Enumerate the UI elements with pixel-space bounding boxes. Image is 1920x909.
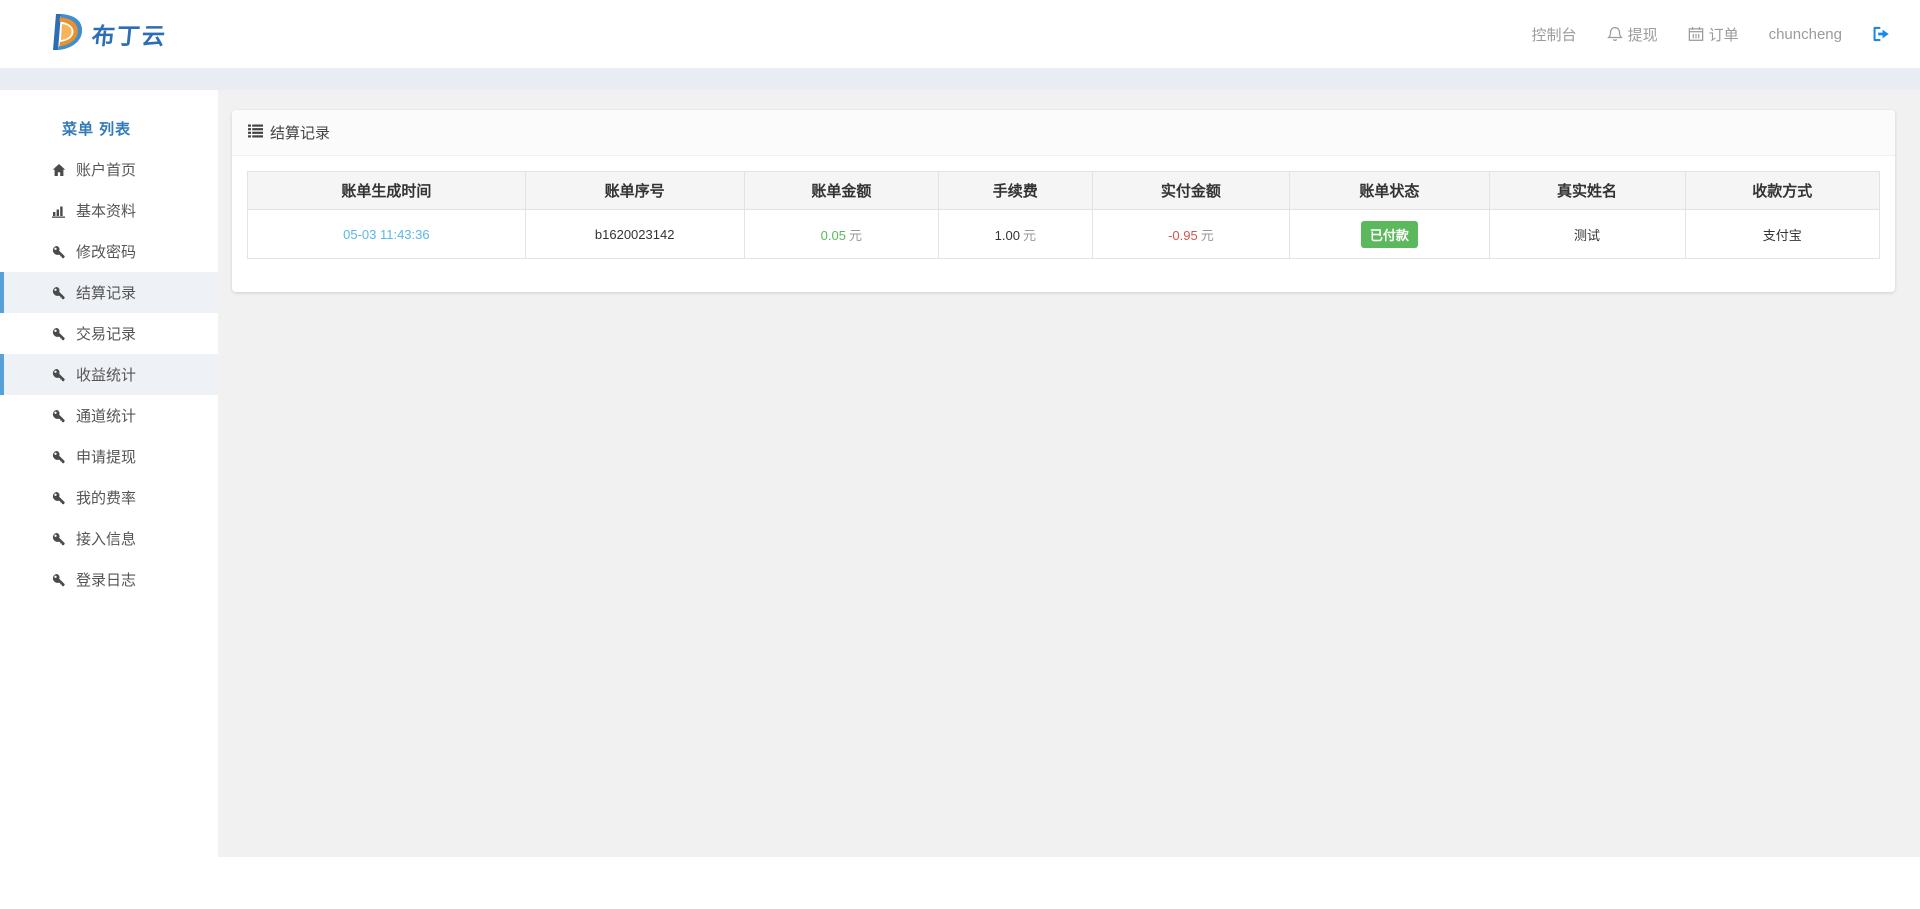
cell-fee: 1.00元	[939, 210, 1093, 259]
topnav-links: 控制台 提现	[1532, 24, 1890, 45]
brand-logo[interactable]: 布丁云	[50, 12, 167, 57]
key-icon	[52, 368, 68, 382]
sidebar-item-basic-info[interactable]: 基本资料	[0, 190, 218, 231]
bar-chart-icon	[52, 204, 68, 218]
sidebar-item-label: 交易记录	[76, 323, 136, 344]
sidebar-item-settlement-records[interactable]: 结算记录	[0, 272, 218, 313]
panel-header: 结算记录	[232, 110, 1895, 156]
key-icon	[52, 491, 68, 505]
key-icon	[52, 245, 68, 259]
topnav-orders-label: 订单	[1709, 24, 1739, 45]
sidebar-item-apply-withdraw[interactable]: 申请提现	[0, 436, 218, 477]
col-header-bill-serial: 账单序号	[525, 172, 744, 210]
sidebar-item-label: 接入信息	[76, 528, 136, 549]
bell-icon	[1607, 26, 1623, 42]
bill-amount-value: 0.05	[821, 228, 846, 243]
cell-actual-paid: -0.95元	[1092, 210, 1290, 259]
topnav-console[interactable]: 控制台	[1532, 24, 1577, 45]
topnav-orders[interactable]: 订单	[1688, 24, 1739, 45]
topnav-withdraw[interactable]: 提现	[1607, 24, 1658, 45]
status-badge: 已付款	[1361, 221, 1418, 248]
cell-real-name: 测试	[1489, 210, 1685, 259]
col-header-fee: 手续费	[939, 172, 1093, 210]
settlement-panel: 结算记录 账单生成时间 账单序号 账单金额 手续费 实付金额	[232, 110, 1895, 292]
sidebar-item-label: 申请提现	[76, 446, 136, 467]
sidebar-item-transaction-records[interactable]: 交易记录	[0, 313, 218, 354]
col-header-pay-method: 收款方式	[1685, 172, 1879, 210]
list-icon	[248, 124, 263, 142]
topnav-username[interactable]: chuncheng	[1769, 26, 1842, 43]
sidebar-item-change-password[interactable]: 修改密码	[0, 231, 218, 272]
cell-bill-serial: b1620023142	[525, 210, 744, 259]
key-icon	[52, 573, 68, 587]
sidebar-item-label: 收益统计	[76, 364, 136, 385]
cell-bill-amount: 0.05元	[744, 210, 938, 259]
sidebar-item-label: 账户首页	[76, 159, 136, 180]
navbar-divider-strip	[0, 68, 1920, 90]
sidebar-item-label: 基本资料	[76, 200, 136, 221]
fee-unit: 元	[1023, 228, 1036, 243]
table-header-row: 账单生成时间 账单序号 账单金额 手续费 实付金额 账单状态 真实姓名 收款方式	[248, 172, 1880, 210]
col-header-bill-time: 账单生成时间	[248, 172, 526, 210]
sidebar-item-my-rates[interactable]: 我的费率	[0, 477, 218, 518]
sidebar-item-label: 我的费率	[76, 487, 136, 508]
panel-title: 结算记录	[270, 122, 330, 143]
sidebar-item-channel-stats[interactable]: 通道统计	[0, 395, 218, 436]
col-header-bill-amount: 账单金额	[744, 172, 938, 210]
actual-paid-value: -0.95	[1168, 228, 1198, 243]
cell-bill-time: 05-03 11:43:36	[248, 210, 526, 259]
sidebar-item-label: 修改密码	[76, 241, 136, 262]
sidebar-item-label: 登录日志	[76, 569, 136, 590]
topnav-username-label: chuncheng	[1769, 26, 1842, 43]
sidebar-menu-header: 菜单 列表	[0, 108, 218, 149]
settlement-table: 账单生成时间 账单序号 账单金额 手续费 实付金额 账单状态 真实姓名 收款方式	[247, 171, 1880, 259]
fee-value: 1.00	[995, 228, 1020, 243]
main-content: 结算记录 账单生成时间 账单序号 账单金额 手续费 实付金额	[218, 90, 1920, 857]
key-icon	[52, 409, 68, 423]
sidebar-item-income-stats[interactable]: 收益统计	[0, 354, 218, 395]
sidebar-item-label: 结算记录	[76, 282, 136, 303]
key-icon	[52, 327, 68, 341]
panel-body: 账单生成时间 账单序号 账单金额 手续费 实付金额 账单状态 真实姓名 收款方式	[232, 156, 1895, 292]
topnav-withdraw-label: 提现	[1628, 24, 1658, 45]
key-icon	[52, 286, 68, 300]
calendar-icon	[1688, 26, 1704, 42]
key-icon	[52, 532, 68, 546]
cell-pay-method: 支付宝	[1685, 210, 1879, 259]
cell-bill-status: 已付款	[1290, 210, 1489, 259]
key-icon	[52, 450, 68, 464]
brand-logo-icon	[50, 12, 84, 57]
col-header-actual-paid: 实付金额	[1092, 172, 1290, 210]
sidebar-item-access-info[interactable]: 接入信息	[0, 518, 218, 559]
col-header-bill-status: 账单状态	[1290, 172, 1489, 210]
col-header-real-name: 真实姓名	[1489, 172, 1685, 210]
table-row: 05-03 11:43:36 b1620023142 0.05元 1.00元 -…	[248, 210, 1880, 259]
topnav-console-label: 控制台	[1532, 24, 1577, 45]
sidebar-item-account-home[interactable]: 账户首页	[0, 149, 218, 190]
bill-time-link[interactable]: 05-03 11:43:36	[343, 227, 430, 242]
sidebar-item-login-log[interactable]: 登录日志	[0, 559, 218, 600]
brand-name: 布丁云	[90, 17, 169, 51]
sidebar-item-label: 通道统计	[76, 405, 136, 426]
top-navbar: 布丁云 控制台 提现	[0, 0, 1920, 68]
bill-amount-unit: 元	[849, 228, 862, 243]
home-icon	[52, 163, 68, 177]
actual-paid-unit: 元	[1201, 228, 1214, 243]
sidebar: 菜单 列表 账户首页 基本资料 修改密码	[0, 90, 218, 857]
logout-icon[interactable]	[1872, 25, 1890, 43]
